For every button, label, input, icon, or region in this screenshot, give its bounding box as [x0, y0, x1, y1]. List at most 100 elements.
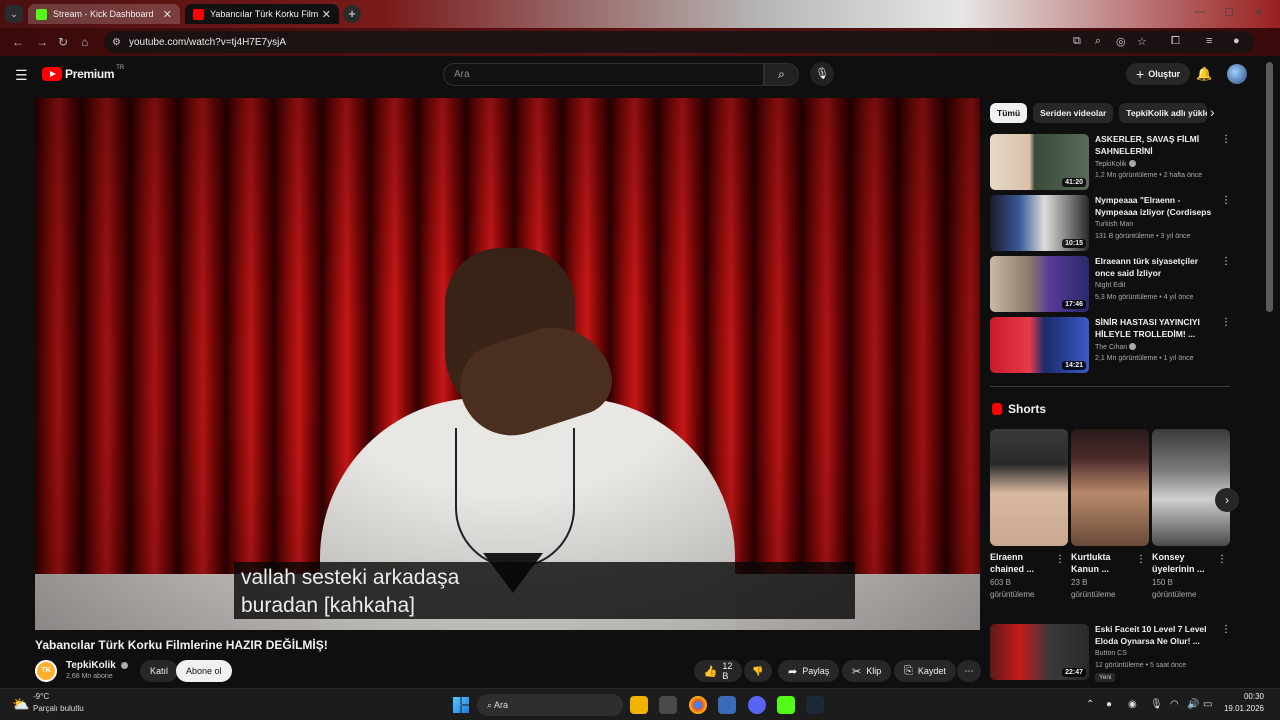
notifications-bell-icon[interactable]: 🔔: [1196, 66, 1212, 82]
browser-tab-youtube[interactable]: Yabancılar Türk Korku Filmlerine ✕: [185, 4, 339, 24]
browser-tab-kick[interactable]: Stream - Kick Dashboard ✕: [28, 4, 180, 24]
recommendation-item[interactable]: 14:21 SİNİR HASTASI YAYINCIYI HİLEYLE TR…: [990, 317, 1231, 373]
channel-name[interactable]: Button CS: [1095, 650, 1127, 657]
recommendation-item[interactable]: 22:47 Eski Faceit 10 Level 7 Level Eloda…: [990, 624, 1231, 682]
tray-overflow-icon[interactable]: ⌃: [1086, 699, 1094, 710]
recommendation-item[interactable]: 10:15 Nympeaaa "Elraenn - Nympeaaa izliy…: [990, 195, 1231, 251]
taskbar-search[interactable]: ⌕ Ara: [477, 694, 623, 716]
video-title[interactable]: Elraeann türk siyasetçiler once said İzl…: [1095, 256, 1217, 279]
dislike-button[interactable]: 👎: [744, 660, 772, 682]
wifi-icon[interactable]: ◠: [1170, 699, 1179, 710]
chrome-icon[interactable]: [689, 696, 707, 714]
save-button[interactable]: ⎘ Kaydet: [894, 660, 956, 682]
video-thumbnail[interactable]: 14:21: [990, 317, 1089, 373]
temperature[interactable]: -9°C: [33, 692, 49, 701]
chip-all[interactable]: Tümü: [990, 103, 1028, 123]
search-button[interactable]: ⌕: [764, 63, 799, 86]
channel-avatar[interactable]: TK: [35, 660, 57, 682]
more-vertical-icon[interactable]: ⋮: [1217, 554, 1227, 565]
short-title[interactable]: Kurtlukta Kanun ...: [1071, 551, 1131, 575]
tray-app-icon[interactable]: ●: [1106, 699, 1112, 710]
app-icon[interactable]: [718, 696, 736, 714]
chip-channel-uploads[interactable]: TepkiKolik adlı yükle: [1119, 103, 1208, 123]
short-title[interactable]: Elraenn chained ...: [990, 551, 1050, 575]
omnibox[interactable]: ⚙ youtube.com/watch?v=tj4H7E7ysjA: [104, 31, 1254, 53]
recommendation-item[interactable]: 17:46 Elraeann türk siyasetçiler once sa…: [990, 256, 1231, 312]
share-button[interactable]: ➦ Paylaş: [778, 660, 840, 682]
windows-start-icon[interactable]: [453, 697, 469, 713]
youtube-premium-logo[interactable]: Premium TR: [42, 65, 124, 81]
more-vertical-icon[interactable]: ⋮: [1221, 624, 1231, 635]
kick-icon[interactable]: [777, 696, 795, 714]
close-tab-icon[interactable]: ✕: [163, 8, 172, 21]
short-title[interactable]: Konsey üyelerinin ...: [1152, 551, 1212, 575]
clock-date[interactable]: 19.01.2026: [1212, 704, 1264, 713]
weather-condition[interactable]: Parçalı bulutlu: [33, 704, 84, 713]
short-item[interactable]: Konsey üyelerinin ... 150 B görüntüleme …: [1152, 429, 1230, 601]
more-vertical-icon[interactable]: ⋮: [1221, 317, 1231, 328]
page-scrollbar[interactable]: [1266, 62, 1273, 312]
account-avatar[interactable]: [1227, 64, 1247, 84]
join-button[interactable]: Katıl: [140, 660, 179, 682]
shorts-next-button[interactable]: ›: [1215, 488, 1239, 512]
new-tab-button[interactable]: +: [343, 5, 361, 23]
volume-icon[interactable]: 🔊: [1187, 699, 1199, 710]
bookmark-star-icon[interactable]: ☆: [1137, 35, 1147, 48]
short-thumbnail[interactable]: [1152, 429, 1230, 546]
more-actions-button[interactable]: ⋯: [957, 660, 981, 682]
tracking-protection-icon[interactable]: ◎: [1116, 35, 1126, 48]
more-vertical-icon[interactable]: ⋮: [1221, 134, 1231, 145]
channel-name[interactable]: Turkish Man: [1095, 221, 1133, 228]
back-icon[interactable]: ←: [12, 35, 24, 49]
site-info-icon[interactable]: ⚙: [112, 37, 121, 48]
video-thumbnail[interactable]: 10:15: [990, 195, 1089, 251]
channel-name[interactable]: TepkiKolik: [1095, 160, 1136, 168]
hamburger-menu-icon[interactable]: ☰: [15, 67, 28, 84]
video-thumbnail[interactable]: 41:20: [990, 134, 1089, 190]
clip-button[interactable]: ✂ Klip: [842, 660, 892, 682]
video-title[interactable]: SİNİR HASTASI YAYINCIYI HİLEYLE TROLLEDİ…: [1095, 317, 1217, 340]
discord-icon[interactable]: [748, 696, 766, 714]
more-vertical-icon[interactable]: ⋮: [1221, 195, 1231, 206]
search-input[interactable]: Ara: [443, 63, 764, 86]
more-vertical-icon[interactable]: ⋮: [1055, 554, 1065, 565]
recommendation-item[interactable]: 41:20 ASKERLER, SAVAŞ FİLMİ SAHNELERİNİ …: [990, 134, 1231, 190]
video-player[interactable]: vallah sesteki arkadaşa buradan [kahkaha…: [35, 98, 980, 630]
microphone-icon[interactable]: 🎙: [1150, 699, 1163, 710]
short-item[interactable]: Kurtlukta Kanun ... 23 B görüntüleme ⋮: [1071, 429, 1149, 601]
short-thumbnail[interactable]: [1071, 429, 1149, 546]
zoom-icon[interactable]: ⌕: [1095, 35, 1101, 48]
home-icon[interactable]: ⌂: [81, 35, 88, 49]
short-thumbnail[interactable]: [990, 429, 1068, 546]
close-window-icon[interactable]: ✕: [1254, 6, 1263, 19]
extensions-icon[interactable]: ⧠: [1171, 35, 1180, 48]
file-explorer-icon[interactable]: [630, 696, 648, 714]
tray-app-icon[interactable]: ◉: [1128, 699, 1137, 710]
tab-list-button[interactable]: ⌄: [5, 5, 23, 23]
more-vertical-icon[interactable]: ⋮: [1136, 554, 1146, 565]
more-vertical-icon[interactable]: ⋮: [1221, 256, 1231, 267]
profile-icon[interactable]: ●: [1233, 35, 1240, 47]
downloads-icon[interactable]: ≡: [1206, 35, 1212, 47]
video-title[interactable]: Eski Faceit 10 Level 7 Level Eloda Oynar…: [1095, 624, 1217, 647]
forward-icon[interactable]: →: [36, 35, 48, 49]
maximize-icon[interactable]: ☐: [1224, 6, 1234, 19]
video-title[interactable]: ASKERLER, SAVAŞ FİLMİ SAHNELERİNİ YORUML…: [1095, 134, 1217, 157]
reload-icon[interactable]: ↻: [58, 35, 68, 49]
like-button[interactable]: 👍 12 B: [694, 660, 742, 682]
voice-search-button[interactable]: 🎙: [810, 62, 834, 86]
steam-icon[interactable]: [806, 696, 824, 714]
close-tab-icon[interactable]: ✕: [322, 8, 331, 21]
chevron-right-icon[interactable]: ›: [1210, 104, 1215, 120]
channel-name[interactable]: TepkiKolik: [66, 660, 128, 671]
subscribe-button[interactable]: Abone ol: [176, 660, 232, 682]
create-button[interactable]: + Oluştur: [1126, 63, 1191, 85]
weather-cloud-icon[interactable]: ⛅: [12, 696, 29, 713]
video-thumbnail[interactable]: 22:47: [990, 624, 1089, 680]
minimize-icon[interactable]: —: [1194, 6, 1205, 18]
channel-name[interactable]: The Cihan: [1095, 343, 1137, 351]
video-title[interactable]: Nympeaaa "Elraenn - Nympeaaa izliyor (Co…: [1095, 195, 1217, 218]
clock-time[interactable]: 00:30: [1222, 692, 1264, 701]
store-icon[interactable]: [659, 696, 677, 714]
chip-series[interactable]: Seriden videolar: [1033, 103, 1114, 123]
